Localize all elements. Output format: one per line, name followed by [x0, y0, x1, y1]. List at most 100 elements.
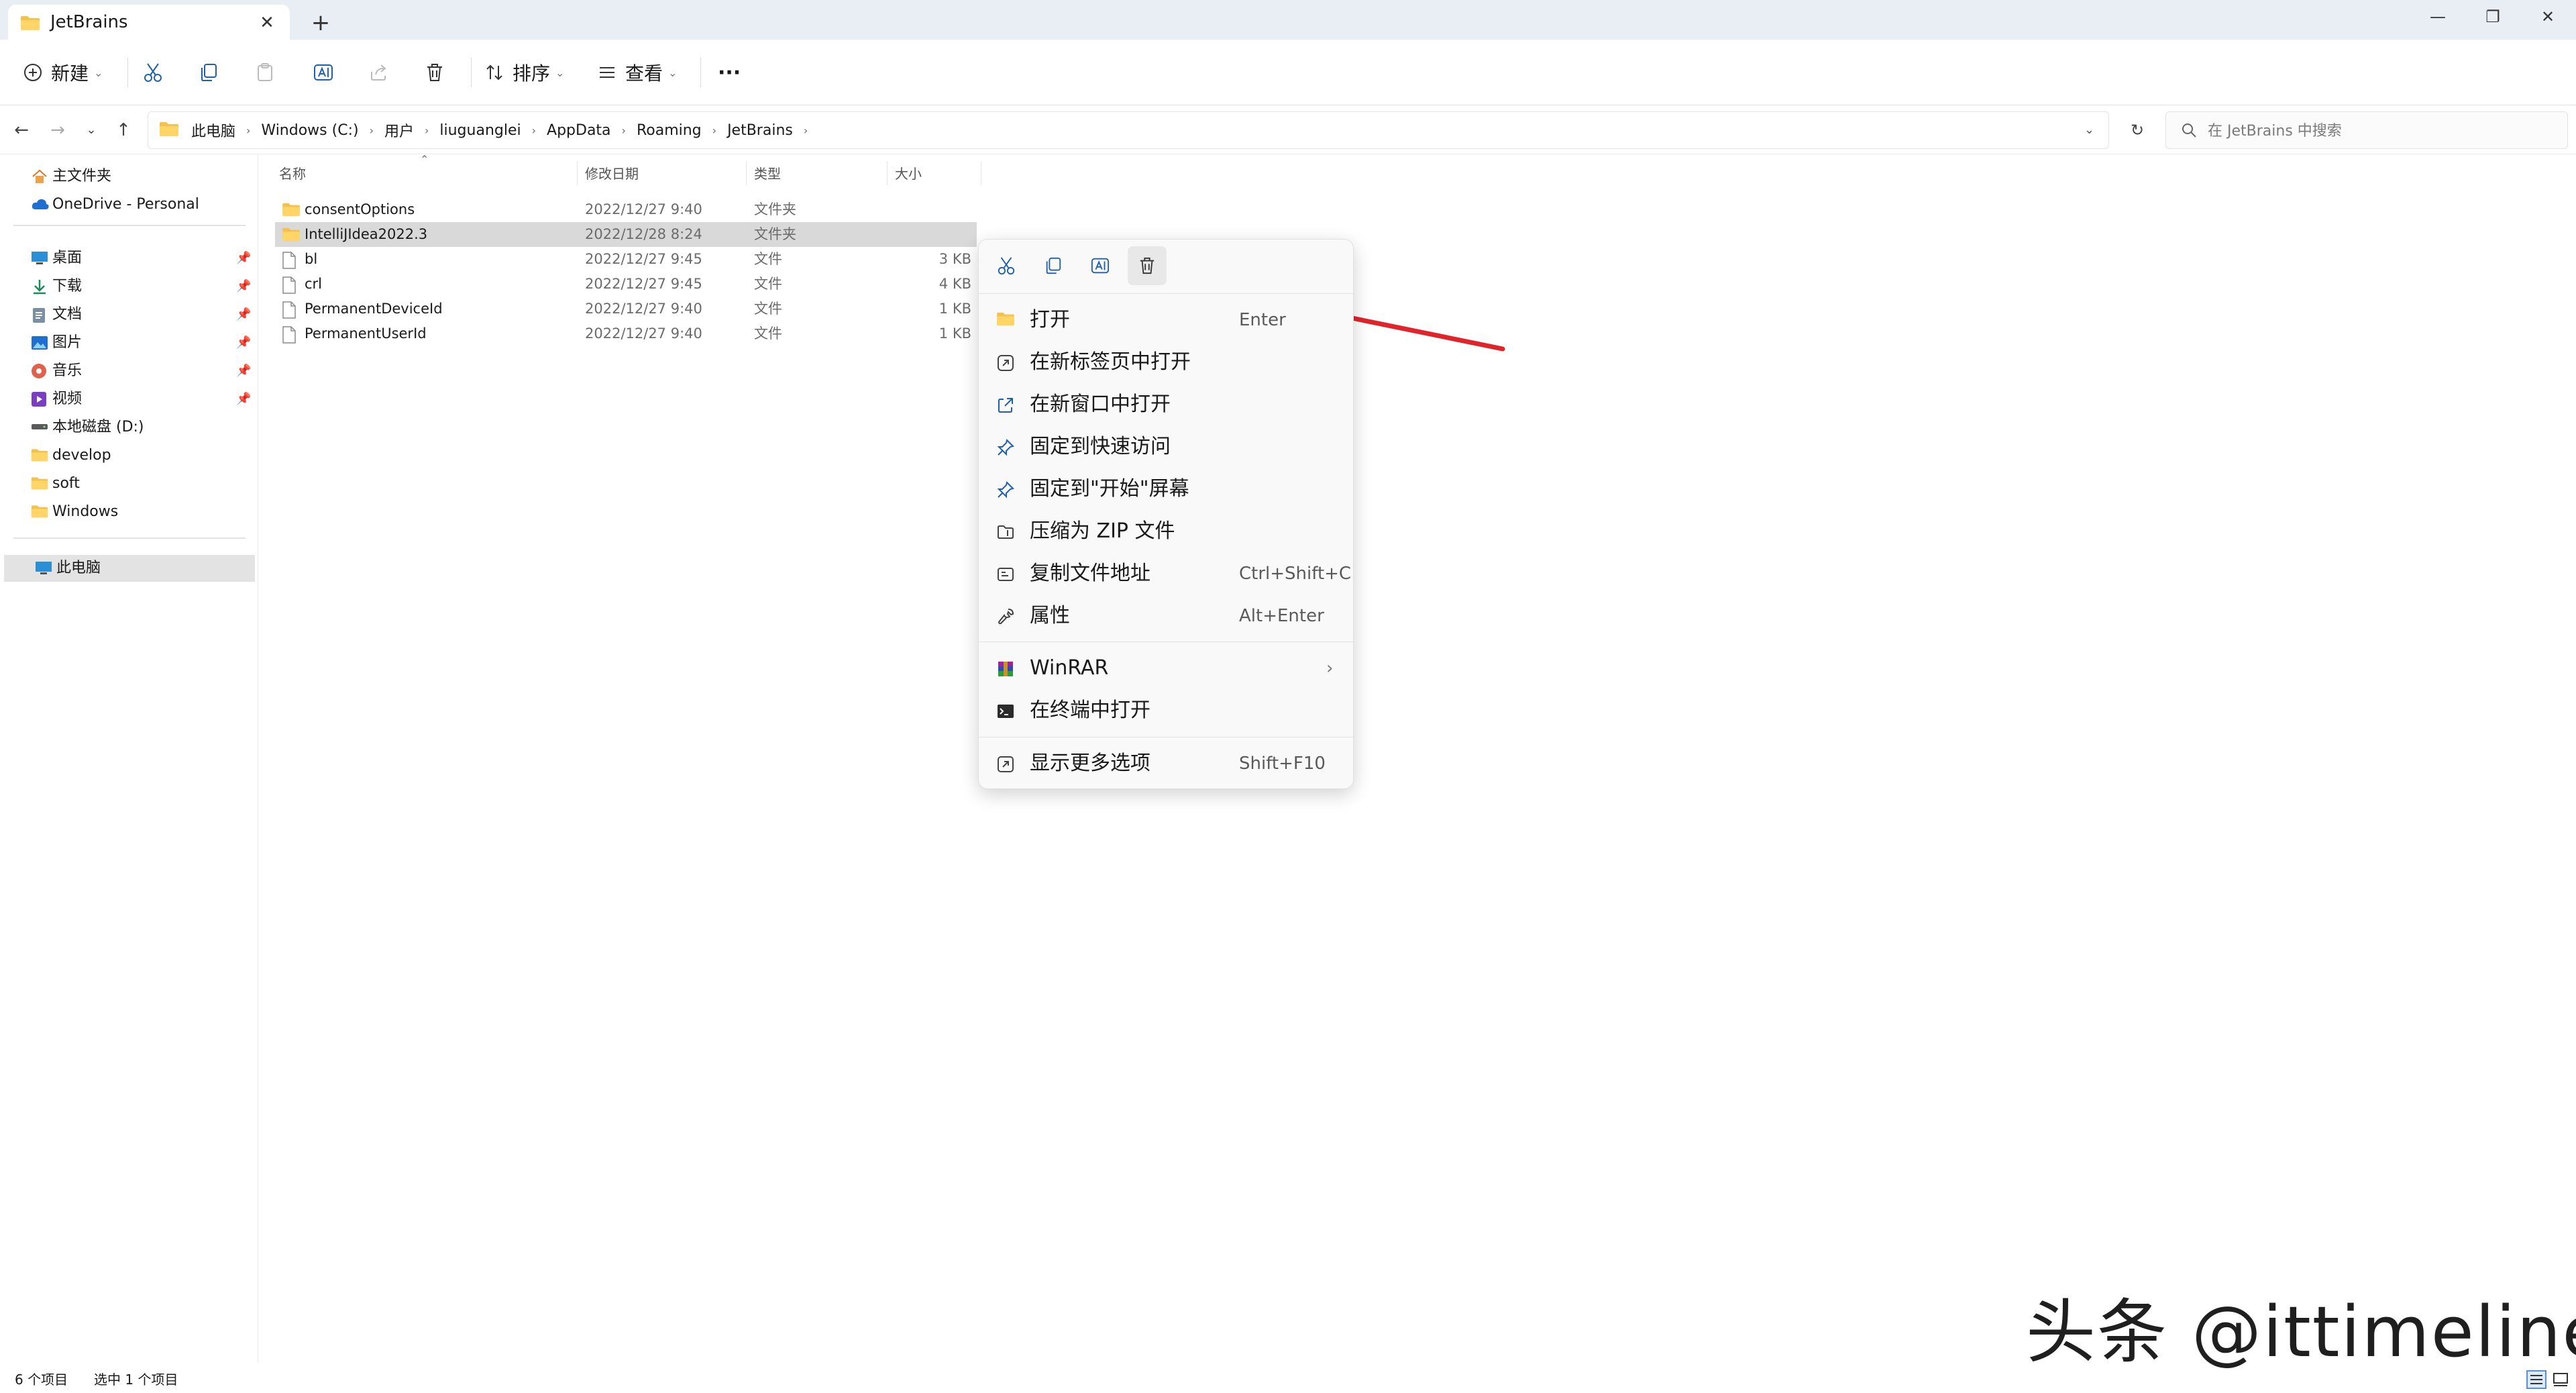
file-name: bl: [305, 251, 318, 267]
rename-button[interactable]: [313, 57, 334, 88]
menu-item-2[interactable]: 在新窗口中打开: [984, 384, 1348, 425]
new-tab-button[interactable]: +: [307, 9, 334, 36]
column-header-name[interactable]: 名称: [279, 164, 306, 184]
menu-item-1[interactable]: 在新标签页中打开: [984, 342, 1348, 382]
chevron-right-icon[interactable]: ›: [712, 124, 716, 137]
chevron-right-icon[interactable]: ›: [246, 124, 250, 137]
file-row[interactable]: PermanentUserId 2022/12/27 9:40 文件 1 KB: [275, 321, 977, 346]
view-button[interactable]: 查看 ⌄: [597, 57, 677, 88]
menu-item-3[interactable]: 固定到快速访问: [984, 427, 1348, 467]
column-divider[interactable]: [577, 161, 578, 185]
menu-item-label: 压缩为 ZIP 文件: [1030, 519, 1175, 543]
chevron-down-icon: ⌄: [555, 66, 565, 79]
menu-item-8[interactable]: WinRAR ›: [984, 648, 1348, 688]
file-name: PermanentUserId: [305, 325, 427, 342]
back-arrow-icon[interactable]: ←: [9, 118, 34, 142]
command-bar: 新建 ⌄ 排序 ⌄ 查看 ⌄ ···: [0, 40, 2576, 105]
chevron-right-icon[interactable]: ›: [532, 124, 536, 137]
file-row[interactable]: consentOptions 2022/12/27 9:40 文件夹: [275, 197, 977, 222]
file-row[interactable]: bl 2022/12/27 9:45 文件 3 KB: [275, 247, 977, 272]
chevron-right-icon[interactable]: ›: [622, 124, 626, 137]
sort-button[interactable]: 排序 ⌄: [484, 57, 564, 88]
column-header-modified[interactable]: 修改日期: [585, 164, 639, 184]
sidebar-item-1[interactable]: OneDrive - Personal: [0, 191, 255, 218]
copy-action[interactable]: [1034, 246, 1073, 285]
file-date: 2022/12/27 9:40: [585, 301, 702, 317]
home-icon: [31, 168, 48, 185]
menu-item-4[interactable]: 固定到"开始"屏幕: [984, 469, 1348, 509]
cut-button[interactable]: [142, 57, 164, 88]
rename-icon: [1091, 258, 1110, 274]
recent-chevron-icon[interactable]: ⌄: [79, 118, 103, 142]
menu-item-10[interactable]: 显示更多选项 Shift+F10: [984, 743, 1348, 784]
menu-item-7[interactable]: 属性 Alt+Enter: [984, 596, 1348, 636]
breadcrumb-item[interactable]: JetBrains: [727, 122, 793, 139]
sidebar-item-8[interactable]: 本地磁盘 (D:): [0, 414, 255, 441]
search-input[interactable]: [2206, 117, 2558, 144]
breadcrumb-item[interactable]: liuguanglei: [439, 122, 521, 139]
sidebar-item-5[interactable]: 图片 📌: [0, 329, 255, 356]
tab-jetbrains[interactable]: JetBrains ✕: [8, 5, 290, 40]
chevron-right-icon[interactable]: ›: [425, 124, 429, 137]
delete-action[interactable]: [1128, 246, 1167, 285]
sidebar-item-label: 视频: [52, 391, 83, 407]
rename-action[interactable]: [1081, 246, 1120, 285]
computer-icon: [35, 560, 52, 576]
column-header-size[interactable]: 大小: [895, 164, 922, 184]
tab-close-icon[interactable]: ✕: [258, 13, 276, 32]
sidebar-item-2[interactable]: 桌面 📌: [0, 245, 255, 272]
refresh-icon[interactable]: ↻: [2125, 118, 2149, 142]
folder-icon: [31, 476, 48, 492]
sidebar-item-7[interactable]: 视频 📌: [0, 386, 255, 413]
file-row[interactable]: crl 2022/12/27 9:45 文件 4 KB: [275, 272, 977, 297]
sidebar-item-6[interactable]: 音乐 📌: [0, 358, 255, 384]
forward-arrow-icon[interactable]: →: [46, 118, 70, 142]
cut-action[interactable]: [987, 246, 1026, 285]
paste-button[interactable]: [255, 57, 275, 88]
address-bar[interactable]: 此电脑 › Windows (C:) › 用户 › liuguanglei › AppData ›…: [148, 111, 2109, 149]
more-button[interactable]: ···: [718, 57, 741, 88]
sidebar-item-9[interactable]: develop: [0, 442, 255, 469]
sidebar-item-4[interactable]: 文档 📌: [0, 301, 255, 328]
new-button[interactable]: 新建 ⌄: [23, 57, 103, 88]
close-window-button[interactable]: ✕: [2516, 0, 2576, 34]
file-date: 2022/12/27 9:40: [585, 201, 702, 217]
sidebar-item-0[interactable]: 主文件夹: [0, 163, 255, 190]
breadcrumb-item[interactable]: 用户: [384, 119, 414, 141]
menu-item-5[interactable]: 压缩为 ZIP 文件: [984, 511, 1348, 552]
file-row[interactable]: PermanentDeviceId 2022/12/27 9:40 文件 1 KB: [275, 297, 977, 321]
file-type: 文件夹: [754, 226, 796, 242]
breadcrumb-item[interactable]: Roaming: [637, 122, 702, 139]
list-view-icon: [600, 67, 614, 78]
folder-icon: [282, 202, 301, 217]
folder-icon: [159, 121, 179, 137]
column-header-type[interactable]: 类型: [754, 164, 781, 184]
new-window-icon: [996, 396, 1015, 415]
menu-item-0[interactable]: 打开 Enter: [984, 300, 1348, 340]
sidebar-item-10[interactable]: soft: [0, 470, 255, 497]
copy-button[interactable]: [199, 57, 219, 88]
sidebar-item-3[interactable]: 下载 📌: [0, 273, 255, 300]
chevron-right-icon[interactable]: ›: [804, 124, 808, 137]
menu-item-6[interactable]: 复制文件地址 Ctrl+Shift+C: [984, 554, 1351, 594]
share-button[interactable]: [369, 57, 389, 88]
address-dropdown-icon[interactable]: ⌄: [2084, 112, 2094, 148]
breadcrumb-item[interactable]: AppData: [547, 122, 611, 139]
navigation-pane: 主文件夹 OneDrive - Personal 桌面 📌 下载 📌 文档 📌 图片 📌 音乐 📌 视频…: [0, 155, 258, 1363]
file-type: 文件: [754, 325, 782, 342]
column-divider[interactable]: [746, 161, 747, 185]
up-arrow-icon[interactable]: ↑: [111, 118, 136, 142]
menu-item-9[interactable]: 在终端中打开: [984, 690, 1348, 731]
item-count: 6 个项目: [15, 1372, 68, 1388]
sidebar-item-label: 图片: [52, 334, 83, 351]
breadcrumb-item[interactable]: Windows (C:): [261, 122, 358, 139]
file-name: PermanentDeviceId: [305, 301, 443, 317]
sidebar-item-11[interactable]: Windows: [0, 499, 255, 525]
chevron-right-icon[interactable]: ›: [370, 124, 374, 137]
sidebar-item-12[interactable]: 此电脑: [4, 555, 255, 582]
breadcrumb-item[interactable]: 此电脑: [191, 119, 235, 141]
column-divider[interactable]: [887, 161, 888, 185]
file-row[interactable]: IntelliJIdea2022.3 2022/12/28 8:24 文件夹: [275, 222, 977, 247]
delete-button[interactable]: [425, 57, 444, 88]
search-box[interactable]: [2165, 111, 2568, 149]
